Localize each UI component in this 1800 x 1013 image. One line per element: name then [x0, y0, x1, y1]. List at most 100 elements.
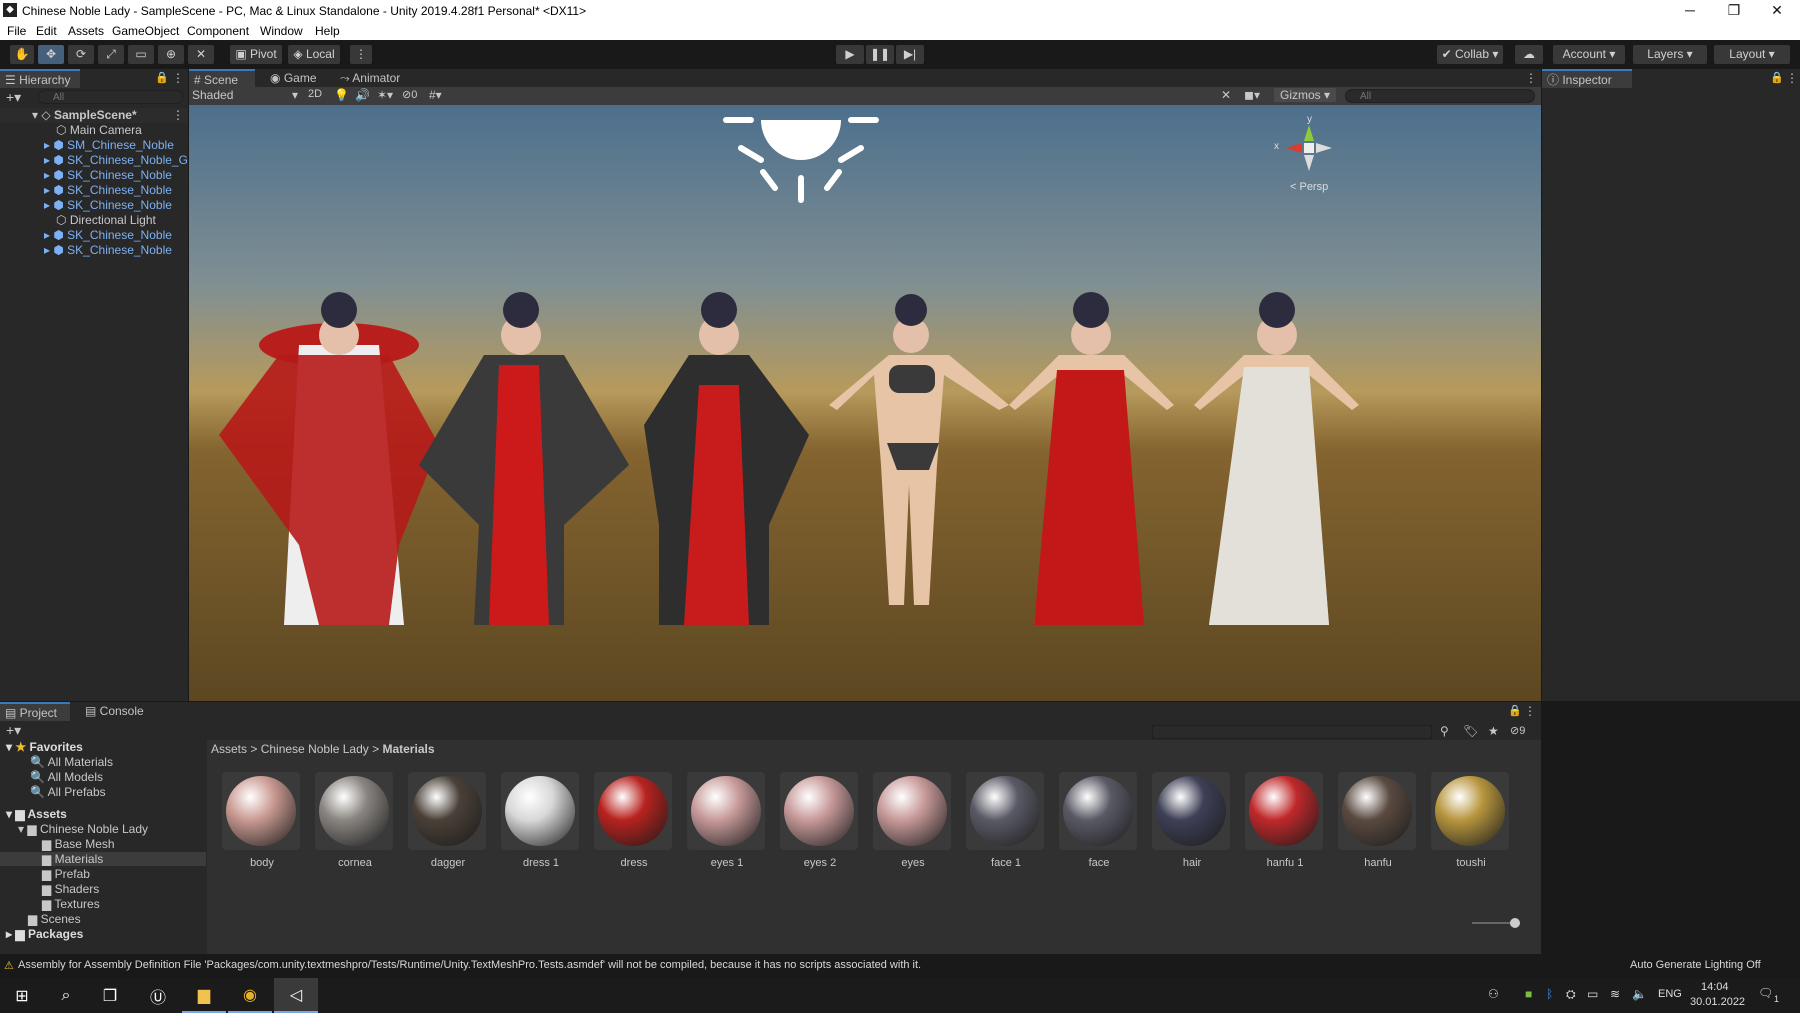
lock-icon[interactable]: 🔒 [1508, 704, 1522, 717]
tab-inspector[interactable]: ⓘ Inspector [1542, 69, 1632, 88]
breadcrumb-current[interactable]: Materials [382, 742, 434, 756]
account-dropdown[interactable]: Account ▾ [1553, 45, 1625, 64]
hierarchy-item[interactable]: ▸ ⬢ SK_Chinese_Noble [0, 228, 188, 243]
scene-search-input[interactable] [1345, 89, 1535, 103]
hierarchy-item[interactable]: ▸ ⬢ SK_Chinese_Noble [0, 168, 188, 183]
rect-tool-icon[interactable]: ▭ [128, 45, 154, 64]
notification-icon[interactable]: 🗨 [1758, 986, 1773, 1000]
folder-item[interactable]: ▆ Textures [42, 897, 100, 911]
grid-icon[interactable]: #▾ [429, 88, 442, 102]
tab-console[interactable]: ▤ Console [80, 702, 160, 721]
shading-dropdown[interactable]: Shaded ▾ [192, 88, 302, 103]
people-icon[interactable]: ⚇ [1488, 987, 1499, 1001]
folder-item[interactable]: ▆ Scenes [28, 912, 81, 926]
favorites-node[interactable]: ▾ ★ Favorites [6, 740, 83, 754]
tab-game[interactable]: ◉ Game [265, 69, 325, 88]
material-asset[interactable]: eyes 2 [780, 772, 860, 869]
fav-item[interactable]: 🔍 All Materials [30, 755, 113, 769]
menu-dots-icon[interactable]: ⋮ [1524, 704, 1536, 718]
mode-2d-toggle[interactable]: 2D [308, 88, 322, 100]
zoom-slider[interactable] [1472, 918, 1520, 928]
scene-menu-icon[interactable]: ⋮ [172, 108, 184, 123]
volume-icon[interactable]: 🔈 [1632, 987, 1647, 1001]
material-asset[interactable]: body [222, 772, 302, 869]
grid-snap-icon[interactable]: ⋮ [350, 45, 372, 64]
gizmos-dropdown[interactable]: Gizmos ▾ [1274, 88, 1337, 102]
cloud-icon[interactable]: ☁ [1515, 45, 1543, 64]
file-explorer-icon[interactable]: ▆ [182, 978, 226, 1013]
clock-date[interactable]: 30.01.2022 [1690, 996, 1745, 1008]
breadcrumb-item[interactable]: Chinese Noble Lady [261, 742, 369, 756]
zoom-slider-handle[interactable] [1510, 918, 1520, 928]
hierarchy-item[interactable]: ⬡ Directional Light [0, 213, 188, 228]
scene-row[interactable]: ▾ ◇ SampleScene* ⋮ [0, 108, 188, 123]
scene-viewport[interactable]: y x < Persp [189, 105, 1541, 701]
folder-item[interactable]: ▾ ▆ Chinese Noble Lady [18, 822, 148, 836]
material-asset[interactable]: dress 1 [501, 772, 581, 869]
material-asset[interactable]: face 1 [966, 772, 1046, 869]
unity-taskbar-icon[interactable]: ◁ [274, 978, 318, 1013]
status-message[interactable]: Assembly for Assembly Definition File 'P… [18, 959, 921, 971]
hierarchy-item[interactable]: ⬡ Main Camera [0, 123, 188, 138]
bluetooth-icon[interactable]: ᛒ [1546, 987, 1553, 1001]
nvidia-icon[interactable]: ■ [1525, 987, 1532, 1001]
tray-icon[interactable]: ⛭ [1566, 987, 1576, 1002]
menu-window[interactable]: Window [260, 24, 303, 38]
hidden-packages-icon[interactable]: ⊘9 [1510, 724, 1525, 737]
hand-tool-icon[interactable]: ✋ [10, 45, 34, 64]
lock-icon[interactable]: 🔒 [155, 71, 169, 84]
lighting-icon[interactable]: 💡 [334, 88, 349, 102]
pause-button[interactable]: ❚❚ [866, 45, 894, 64]
language-indicator[interactable]: ENG [1658, 988, 1682, 1000]
folder-item[interactable]: ▆ Base Mesh [42, 837, 115, 851]
material-asset[interactable]: eyes 1 [687, 772, 767, 869]
play-button[interactable]: ▶ [836, 45, 864, 64]
assets-node[interactable]: ▾ ▆ Assets [6, 807, 67, 821]
menu-gameobject[interactable]: GameObject [112, 24, 179, 38]
lock-icon[interactable]: 🔒 [1770, 71, 1784, 84]
folder-item[interactable]: ▆ Prefab [42, 867, 90, 881]
project-search-input[interactable] [1152, 725, 1432, 739]
wifi-icon[interactable]: ≋ [1610, 987, 1620, 1001]
restore-button[interactable]: ❐ [1711, 0, 1757, 22]
fav-item[interactable]: 🔍 All Models [30, 770, 103, 784]
custom-tool-icon[interactable]: ✕ [188, 45, 214, 64]
unreal-icon[interactable]: Ⓤ [136, 978, 180, 1013]
audio-icon[interactable]: 🔊 [355, 88, 370, 102]
tab-hierarchy[interactable]: ☰ Hierarchy [0, 69, 80, 88]
add-icon[interactable]: +▾ [6, 722, 21, 739]
hidden-objects-icon[interactable]: ⊘0 [402, 88, 417, 101]
hierarchy-item[interactable]: ▸ ⬢ SK_Chinese_Noble [0, 183, 188, 198]
material-asset[interactable]: cornea [315, 772, 395, 869]
favorite-star-icon[interactable]: ★ [1488, 724, 1499, 738]
rotate-tool-icon[interactable]: ⟳ [68, 45, 94, 64]
scene-menu-icon[interactable]: ⋮ [1525, 71, 1537, 85]
filter-label-icon[interactable]: 🏷 [1463, 724, 1478, 738]
layout-dropdown[interactable]: Layout ▾ [1714, 45, 1790, 64]
material-asset[interactable]: face [1059, 772, 1139, 869]
layers-dropdown[interactable]: Layers ▾ [1633, 45, 1707, 64]
chrome-icon[interactable]: ◉ [228, 978, 272, 1013]
transform-tool-icon[interactable]: ⊕ [158, 45, 184, 64]
breadcrumb-item[interactable]: Assets [211, 742, 247, 756]
task-view-icon[interactable]: ❐ [88, 978, 132, 1013]
menu-file[interactable]: File [7, 24, 26, 38]
material-asset[interactable]: dagger [408, 772, 488, 869]
local-toggle[interactable]: ◈ Local [288, 45, 340, 64]
persp-label[interactable]: < Persp [1290, 181, 1328, 193]
hierarchy-search-input[interactable] [38, 90, 183, 104]
tools-icon[interactable]: ✕ [1221, 88, 1231, 102]
fav-item[interactable]: 🔍 All Prefabs [30, 785, 106, 799]
minimize-button[interactable]: ─ [1667, 0, 1713, 22]
move-tool-icon[interactable]: ✥ [38, 45, 64, 64]
menu-assets[interactable]: Assets [68, 24, 104, 38]
add-icon[interactable]: +▾ [6, 89, 21, 106]
menu-help[interactable]: Help [315, 24, 340, 38]
hierarchy-item[interactable]: ▸ ⬢ SM_Chinese_Noble [0, 138, 188, 153]
material-asset[interactable]: dress [594, 772, 674, 869]
menu-dots-icon[interactable]: ⋮ [172, 71, 184, 85]
material-asset[interactable]: hanfu 1 [1245, 772, 1325, 869]
tab-project[interactable]: ▤ Project [0, 702, 70, 721]
menu-dots-icon[interactable]: ⋮ [1786, 71, 1798, 85]
search-icon[interactable]: ⌕ [44, 978, 88, 1013]
